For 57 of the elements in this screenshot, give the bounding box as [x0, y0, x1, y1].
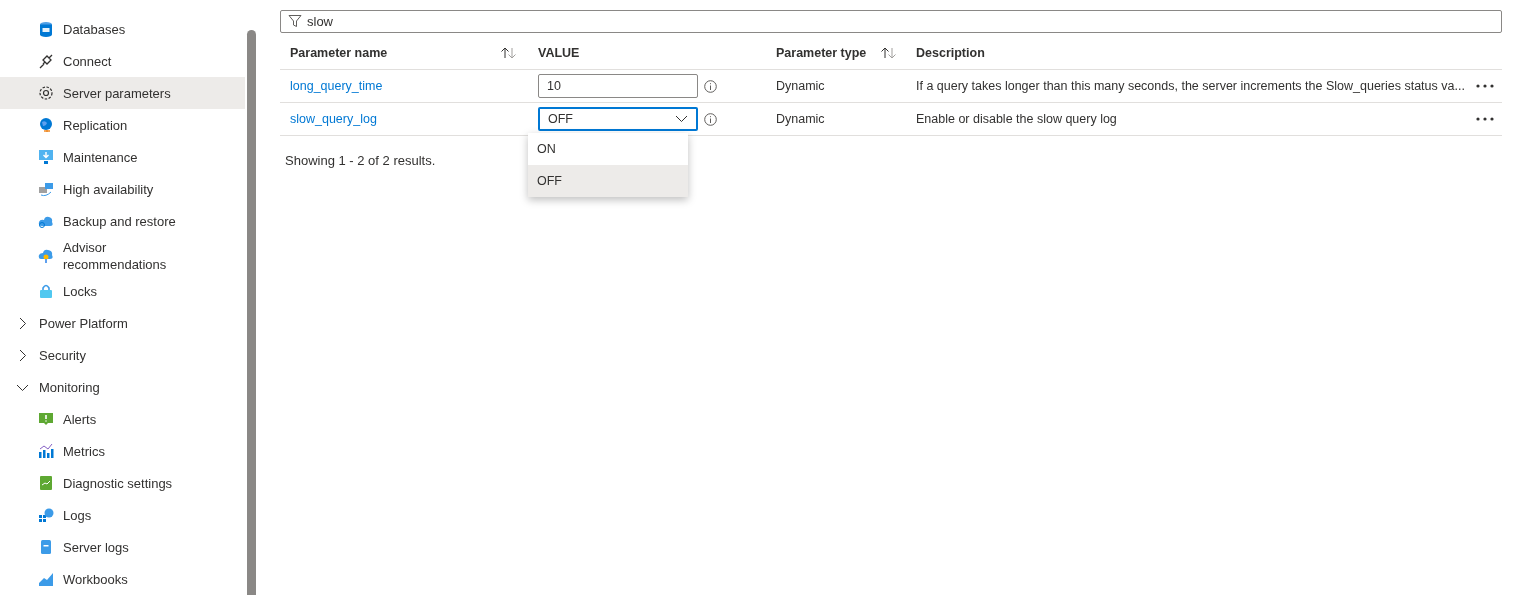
nav-group[interactable]: Power Platform [0, 307, 245, 339]
chart-book-icon [38, 475, 54, 491]
nav-group[interactable]: Monitoring [0, 371, 245, 403]
column-header[interactable]: VALUE [538, 46, 580, 60]
info-icon[interactable] [704, 112, 717, 126]
nav-item[interactable]: Diagnostic settings [0, 467, 245, 499]
lock-icon [38, 283, 54, 299]
bar-chart-icon [38, 443, 54, 459]
nav-item[interactable]: Advisor recommendations [0, 237, 245, 275]
parameter-description: Enable or disable the slow query log [916, 112, 1117, 126]
sort-icon[interactable] [880, 47, 899, 59]
parameter-link[interactable]: long_query_time [290, 79, 383, 93]
nav-item[interactable]: Locks [0, 275, 245, 307]
column-header[interactable]: Description [916, 46, 985, 60]
nav-item[interactable]: Logs [0, 499, 245, 531]
alert-icon [38, 411, 54, 427]
value-field[interactable]: 10 [538, 74, 698, 98]
nav-item[interactable]: Server logs [0, 531, 245, 563]
logs-icon [38, 507, 54, 523]
parameter-description: If a query takes longer than this many seconds, the server increments the Slow_queries status va... [916, 79, 1465, 93]
nav-item[interactable]: Workbooks [0, 563, 245, 595]
plug-icon [38, 53, 54, 69]
more-icon[interactable] [1476, 84, 1494, 88]
nav-item[interactable]: Maintenance [0, 141, 245, 173]
parameter-type: Dynamic [776, 112, 825, 126]
cloud-icon [38, 248, 54, 264]
nav-item[interactable]: Replication [0, 109, 245, 141]
filter-field[interactable]: slow [280, 10, 1502, 33]
chevron-down-icon [675, 115, 688, 123]
column-header[interactable]: Parameter name [290, 46, 388, 60]
results-count: Showing 1 - 2 of 2 results. [284, 153, 437, 168]
parameter-link[interactable]: slow_query_log [290, 112, 377, 126]
more-icon[interactable] [1476, 117, 1494, 121]
nav-item[interactable]: Backup and restore [0, 205, 245, 237]
nav-item[interactable]: Alerts [0, 403, 245, 435]
nav-item[interactable]: Metrics [0, 435, 245, 467]
dropdown-option[interactable]: ON [528, 133, 688, 165]
filter-icon [288, 14, 302, 28]
monitor-icon [38, 149, 54, 165]
globe-icon [38, 117, 54, 133]
database-icon [38, 21, 54, 37]
scrollbar-thumb[interactable] [247, 30, 256, 595]
nav-group[interactable]: Security [0, 339, 245, 371]
column-header[interactable]: Parameter type [776, 46, 867, 60]
nav-item[interactable]: High availability [0, 173, 245, 205]
area-chart-icon [38, 571, 54, 587]
sort-icon[interactable] [500, 47, 518, 59]
info-icon[interactable] [704, 79, 717, 93]
value-dropdown[interactable]: OFF [538, 107, 698, 131]
nav-item[interactable]: Databases [0, 13, 245, 45]
nav-item[interactable]: Server parameters [0, 77, 245, 109]
nav-item[interactable]: Connect [0, 45, 245, 77]
dropdown-option[interactable]: OFF [528, 165, 688, 197]
servers-icon [38, 181, 54, 197]
settings-icon [38, 85, 54, 101]
book-icon [38, 539, 54, 555]
parameter-type: Dynamic [776, 79, 825, 93]
